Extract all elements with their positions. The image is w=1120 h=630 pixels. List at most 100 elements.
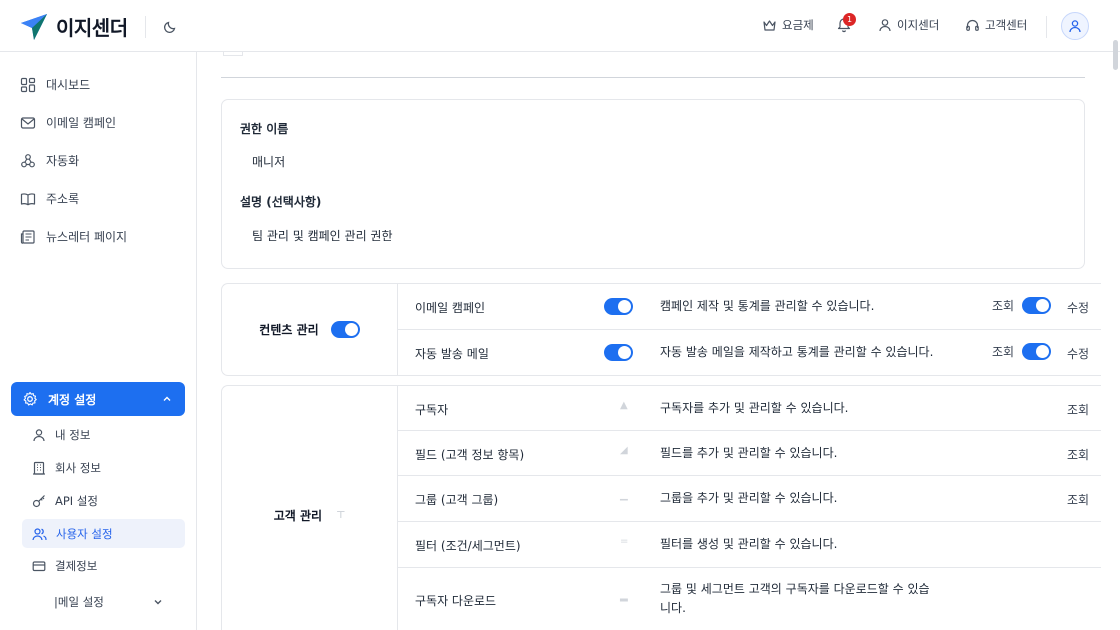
- section-divider: [221, 77, 1085, 78]
- view-toggle-group[interactable]: 조회: [992, 297, 1052, 314]
- account-label: 이지센더: [897, 18, 940, 32]
- toggle-placeholder: ◢: [620, 445, 628, 456]
- permission-desc: 구독자를 추가 및 관리할 수 있습니다.: [660, 401, 849, 415]
- mail-icon: [20, 116, 36, 129]
- permission-toggle[interactable]: [604, 298, 633, 315]
- sidebar-sub-label: 내 정보: [55, 427, 91, 442]
- sidebar-sub-billing[interactable]: 결제정보: [22, 551, 185, 580]
- toggle-placeholder: ▂: [620, 591, 628, 602]
- moon-icon: [163, 21, 176, 34]
- view-toggle[interactable]: [1022, 297, 1052, 314]
- page-scrollbar[interactable]: [1113, 40, 1118, 70]
- group-toggle[interactable]: [330, 321, 360, 338]
- sidebar-item-label: 뉴스레터 페이지: [46, 230, 128, 244]
- permission-group-content: 컨텐츠 관리 이메일 캠페인 캠페인 제작 및 통계를 관리할 수 있습니다. …: [221, 283, 1101, 376]
- view-label: 조회: [992, 299, 1015, 313]
- permission-group-header: 컨텐츠 관리: [222, 284, 398, 375]
- sidebar-item-label: 대시보드: [46, 78, 91, 92]
- automation-icon: [21, 153, 35, 167]
- edit-label[interactable]: 수정: [1067, 299, 1089, 316]
- permission-desc: 필터를 생성 및 관리할 수 있습니다.: [660, 537, 838, 551]
- sidebar-sub-label: 사용자 설정: [56, 526, 113, 541]
- sidebar-item-address-book[interactable]: 주소록: [20, 190, 79, 207]
- sidebar-group-label: 계정 설정: [48, 392, 97, 407]
- chevron-up-icon: [163, 396, 171, 401]
- user-icon: [879, 19, 891, 32]
- support-link[interactable]: 고객센터: [965, 17, 1027, 33]
- sidebar-sub-company-info[interactable]: 회사 정보: [22, 453, 185, 482]
- role-desc-value[interactable]: 팀 관리 및 캠페인 관리 권한: [252, 227, 393, 244]
- permission-name: 자동 발송 메일: [415, 347, 489, 361]
- permission-toggle[interactable]: [604, 344, 633, 361]
- users-icon: [32, 527, 47, 540]
- pricing-link[interactable]: 요금제: [762, 17, 814, 33]
- permission-desc-line: 니다.: [660, 601, 686, 615]
- notification-button[interactable]: 1: [836, 13, 856, 36]
- view-label[interactable]: 조회: [1067, 446, 1089, 463]
- avatar[interactable]: [1061, 12, 1089, 40]
- toggle-placeholder: ▁: [620, 490, 628, 501]
- brand-logo[interactable]: 이지센더: [20, 12, 128, 41]
- header-divider: [145, 16, 146, 38]
- permission-group-title: 고객 관리: [273, 508, 323, 523]
- sidebar-item-automation[interactable]: 자동화: [20, 152, 79, 169]
- permission-desc-line: 그룹 및 세그먼트 고객의 구독자를 다운로드할 수 있습: [660, 582, 930, 596]
- key-icon: [32, 494, 45, 507]
- permission-group-title: 컨텐츠 관리: [259, 323, 319, 337]
- permission-desc: 그룹을 추가 및 관리할 수 있습니다.: [660, 491, 838, 505]
- crown-icon: [763, 19, 776, 31]
- sidebar-sub-label: API 설정: [55, 493, 99, 508]
- role-name-value[interactable]: 매니저: [252, 153, 285, 170]
- brand-name: 이지센더: [56, 16, 128, 40]
- sidebar-sub-user-settings[interactable]: 사용자 설정: [22, 519, 185, 548]
- sidebar-item-label: 주소록: [46, 192, 80, 206]
- view-toggle[interactable]: [1022, 343, 1052, 360]
- header-divider-right: [1046, 16, 1047, 38]
- edit-label[interactable]: 수정: [1067, 345, 1089, 362]
- notification-badge: 1: [843, 13, 856, 26]
- gear-icon: [23, 391, 37, 406]
- sidebar-item-newsletter[interactable]: 뉴스레터 페이지: [20, 228, 127, 245]
- role-info-card: 권한 이름 매니저 설명 (선택사항) 팀 관리 및 캠페인 관리 권한: [221, 99, 1085, 269]
- toggle-placeholder: ▲: [620, 400, 628, 411]
- sidebar-sub-api-settings[interactable]: API 설정: [22, 486, 185, 515]
- permission-row: 필터 (조건/세그먼트) = 필터를 생성 및 관리할 수 있습니다.: [398, 522, 1101, 568]
- dashboard-icon: [20, 77, 36, 92]
- permission-row: 구독자 다운로드 ▂ 그룹 및 세그먼트 고객의 구독자를 다운로드할 수 있습…: [398, 568, 1101, 630]
- account-link[interactable]: 이지센더: [878, 17, 939, 33]
- view-label: 조회: [992, 345, 1015, 359]
- sidebar-sub-my-info[interactable]: 내 정보: [22, 420, 185, 449]
- permission-name: 필드 (고객 정보 항목): [415, 448, 525, 462]
- view-label[interactable]: 조회: [1067, 401, 1089, 418]
- permission-row: 자동 발송 메일 자동 발송 메일을 제작하고 통계를 관리할 수 있습니다. …: [398, 330, 1101, 375]
- view-label[interactable]: 조회: [1067, 491, 1089, 508]
- permission-desc: 캠페인 제작 및 통계를 관리할 수 있습니다.: [660, 299, 875, 313]
- headset-icon: [966, 19, 979, 31]
- sidebar-item-label: 이메일 캠페인: [46, 116, 117, 130]
- permission-row: 구독자 ▲ 구독자를 추가 및 관리할 수 있습니다. 조회: [398, 386, 1101, 431]
- sidebar-sub-label: 결제정보: [55, 558, 98, 573]
- dark-mode-toggle[interactable]: [163, 18, 179, 37]
- user-icon: [33, 428, 45, 441]
- top-header: 이지센더 요금제 1 이지센더 고객센터: [0, 0, 1120, 52]
- permission-group-customers: 고객 관리 ⊤ 구독자 ▲ 구독자를 추가 및 관리할 수 있습니다. 조회 필…: [221, 385, 1101, 630]
- sidebar-item-email-campaign[interactable]: 이메일 캠페인: [20, 114, 116, 131]
- pricing-label: 요금제: [782, 18, 814, 32]
- building-icon: [33, 461, 45, 475]
- sidebar: 대시보드 이메일 캠페인 자동화 주소록 뉴스레터 페이지 계정 설정 내 정보…: [0, 52, 197, 630]
- role-name-label: 권한 이름: [240, 122, 289, 136]
- permission-name: 그룹 (고객 그룹): [415, 493, 499, 507]
- permission-group-header: 고객 관리 ⊤: [222, 386, 398, 630]
- paper-plane-icon: [21, 13, 47, 40]
- permission-desc: 필드를 추가 및 관리할 수 있습니다.: [660, 446, 838, 460]
- permission-row: 그룹 (고객 그룹) ▁ 그룹을 추가 및 관리할 수 있습니다. 조회: [398, 476, 1101, 522]
- permission-name: 구독자 다운로드: [415, 594, 497, 608]
- permission-desc: 그룹 및 세그먼트 고객의 구독자를 다운로드할 수 있습 니다.: [660, 580, 930, 618]
- sidebar-item-dashboard[interactable]: 대시보드: [20, 76, 90, 93]
- sidebar-sub-label: 회사 정보: [55, 460, 101, 475]
- view-toggle-group[interactable]: 조회: [992, 343, 1052, 360]
- sidebar-group-account-settings[interactable]: 계정 설정: [11, 382, 185, 416]
- support-label: 고객센터: [985, 18, 1028, 32]
- permission-name: 구독자: [415, 403, 449, 417]
- sidebar-sub-mail-settings[interactable]: |메일 설정: [22, 587, 185, 616]
